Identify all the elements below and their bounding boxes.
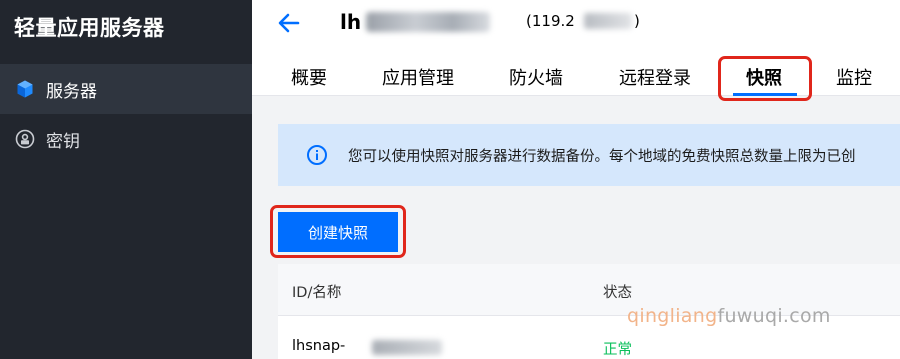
watermark-part1: qingliang [627, 305, 718, 327]
tab-overview[interactable]: 概要 [291, 64, 327, 90]
redacted-snapshot-id [372, 340, 442, 355]
sidebar-item-label: 服务器 [46, 81, 97, 102]
column-header-id: ID/名称 [292, 285, 342, 301]
key-circle-icon [14, 128, 36, 150]
info-banner: 您可以使用快照对服务器进行数据备份。每个地域的免费快照总数量上限为已创 [278, 124, 900, 186]
page-header: lh (119.2 ) 概要 应用管理 防火墙 远程登录 快照 监控 [252, 0, 900, 101]
tab-monitoring[interactable]: 监控 [836, 64, 872, 90]
back-arrow-icon[interactable] [276, 10, 302, 36]
create-snapshot-button[interactable]: 创建快照 [278, 212, 398, 252]
info-icon [306, 144, 328, 166]
status-badge: 正常 [603, 342, 632, 358]
watermark: qingliangfuwuqi.com [627, 305, 831, 327]
info-banner-text: 您可以使用快照对服务器进行数据备份。每个地域的免费快照总数量上限为已创 [348, 148, 856, 165]
snapshot-id[interactable]: lhsnap- [292, 338, 345, 354]
product-title: 轻量应用服务器 [14, 16, 165, 40]
cube-icon [14, 78, 36, 100]
tab-remote-login[interactable]: 远程登录 [619, 64, 691, 90]
redacted-ip [584, 13, 632, 29]
tab-app-management[interactable]: 应用管理 [382, 64, 454, 90]
redacted-instance-name [366, 12, 490, 32]
instance-ip-prefix: (119.2 [526, 12, 575, 30]
sidebar: 轻量应用服务器 服务器 密钥 [0, 0, 252, 359]
column-header-status: 状态 [603, 285, 632, 301]
sidebar-item-keys[interactable]: 密钥 [0, 114, 252, 164]
tab-firewall[interactable]: 防火墙 [509, 64, 563, 90]
instance-ip-suffix: ) [634, 12, 640, 30]
instance-name: lh [340, 10, 362, 34]
tab-highlight-box [718, 56, 812, 101]
sidebar-item-servers[interactable]: 服务器 [0, 64, 252, 114]
watermark-part2: fuwuqi.com [717, 305, 831, 327]
sidebar-item-label: 密钥 [46, 131, 80, 152]
